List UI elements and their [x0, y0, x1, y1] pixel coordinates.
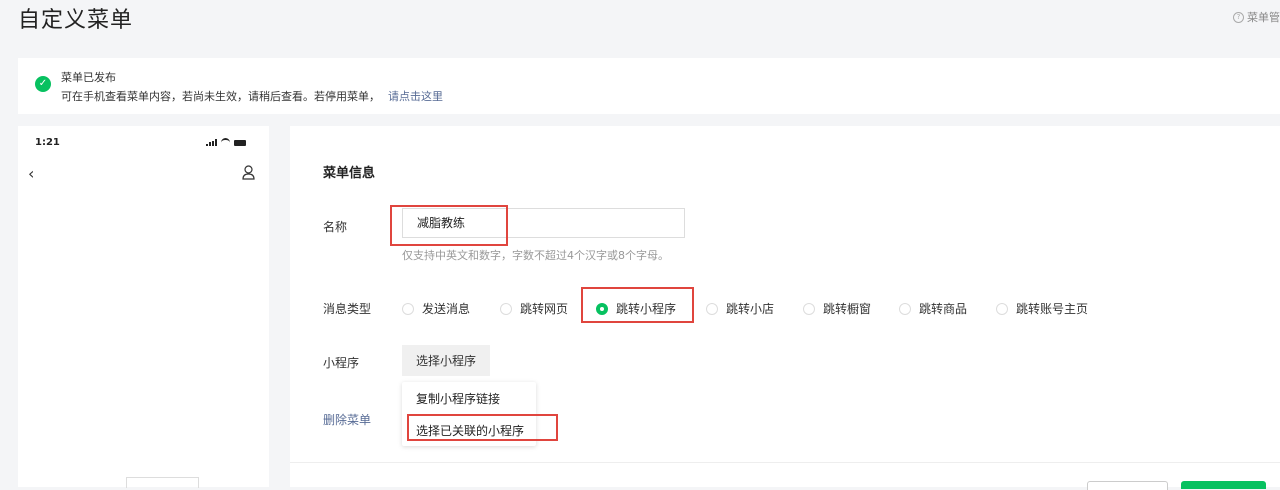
notice-desc: 可在手机查看菜单内容，若尚未生效，请稍后查看。若停用菜单， 请点击这里: [61, 88, 443, 104]
name-hint: 仅支持中英文和数字，字数不超过4个汉字或8个字母。: [402, 249, 669, 262]
delete-menu-link[interactable]: 删除菜单: [323, 411, 371, 428]
radio-dot-icon: [706, 302, 718, 315]
radio-label: 跳转网页: [520, 302, 569, 316]
battery-icon: [234, 140, 246, 146]
radio-dot-icon: [402, 302, 414, 315]
highlight-box-linked: [407, 414, 558, 441]
profile-icon[interactable]: [242, 165, 255, 180]
notice-desc-text: 可在手机查看菜单内容，若尚未生效，请稍后查看。若停用菜单，: [61, 90, 380, 103]
section-title: 菜单信息: [323, 166, 376, 181]
help-label: 菜单管: [1247, 11, 1280, 24]
radio-label: 发送消息: [422, 302, 471, 316]
radio-webpage[interactable]: 跳转网页: [500, 300, 568, 317]
name-label: 名称: [323, 220, 348, 234]
success-check-icon: ✓: [35, 76, 51, 92]
signal-icon: [206, 139, 217, 146]
message-type-label: 消息类型: [323, 302, 372, 316]
radio-product[interactable]: 跳转商品: [899, 300, 967, 317]
secondary-button[interactable]: [1087, 481, 1168, 490]
radio-send-message[interactable]: 发送消息: [402, 300, 470, 317]
divider: [290, 462, 1280, 463]
radio-dot-icon: [803, 302, 815, 315]
radio-shop[interactable]: 跳转小店: [706, 300, 774, 317]
highlight-box-name: [390, 205, 508, 246]
phone-time: 1:21: [35, 137, 60, 148]
radio-label: 跳转账号主页: [1016, 302, 1089, 316]
publish-notice: ✓ 菜单已发布 可在手机查看菜单内容，若尚未生效，请稍后查看。若停用菜单， 请点击…: [18, 58, 1280, 114]
radio-dot-icon: [996, 302, 1008, 315]
radio-account-home[interactable]: 跳转账号主页: [996, 300, 1088, 317]
disable-menu-link[interactable]: 请点击这里: [388, 90, 443, 103]
menu-help-link[interactable]: ? 菜单管: [1233, 9, 1280, 25]
page-title: 自定义菜单: [18, 8, 134, 33]
radio-dot-icon: [500, 302, 512, 315]
dropdown-item-copy-link[interactable]: 复制小程序链接: [416, 390, 500, 407]
back-chevron-icon[interactable]: ‹: [28, 164, 34, 183]
notice-title: 菜单已发布: [61, 71, 116, 84]
radio-dot-icon: [899, 302, 911, 315]
miniprogram-label: 小程序: [323, 356, 360, 370]
wifi-icon: [221, 138, 230, 146]
radio-label: 跳转商品: [919, 302, 968, 316]
select-miniprogram-button[interactable]: 选择小程序: [402, 345, 490, 376]
primary-button[interactable]: [1181, 481, 1266, 489]
radio-showcase[interactable]: 跳转橱窗: [803, 300, 871, 317]
highlight-box-miniprogram: [581, 287, 694, 323]
phone-menu-tab[interactable]: [126, 477, 199, 488]
radio-label: 跳转小店: [726, 302, 775, 316]
question-icon: ?: [1233, 11, 1244, 23]
radio-label: 跳转橱窗: [823, 302, 872, 316]
phone-status-icons: [206, 138, 246, 146]
phone-preview: 1:21 ‹: [18, 126, 269, 488]
